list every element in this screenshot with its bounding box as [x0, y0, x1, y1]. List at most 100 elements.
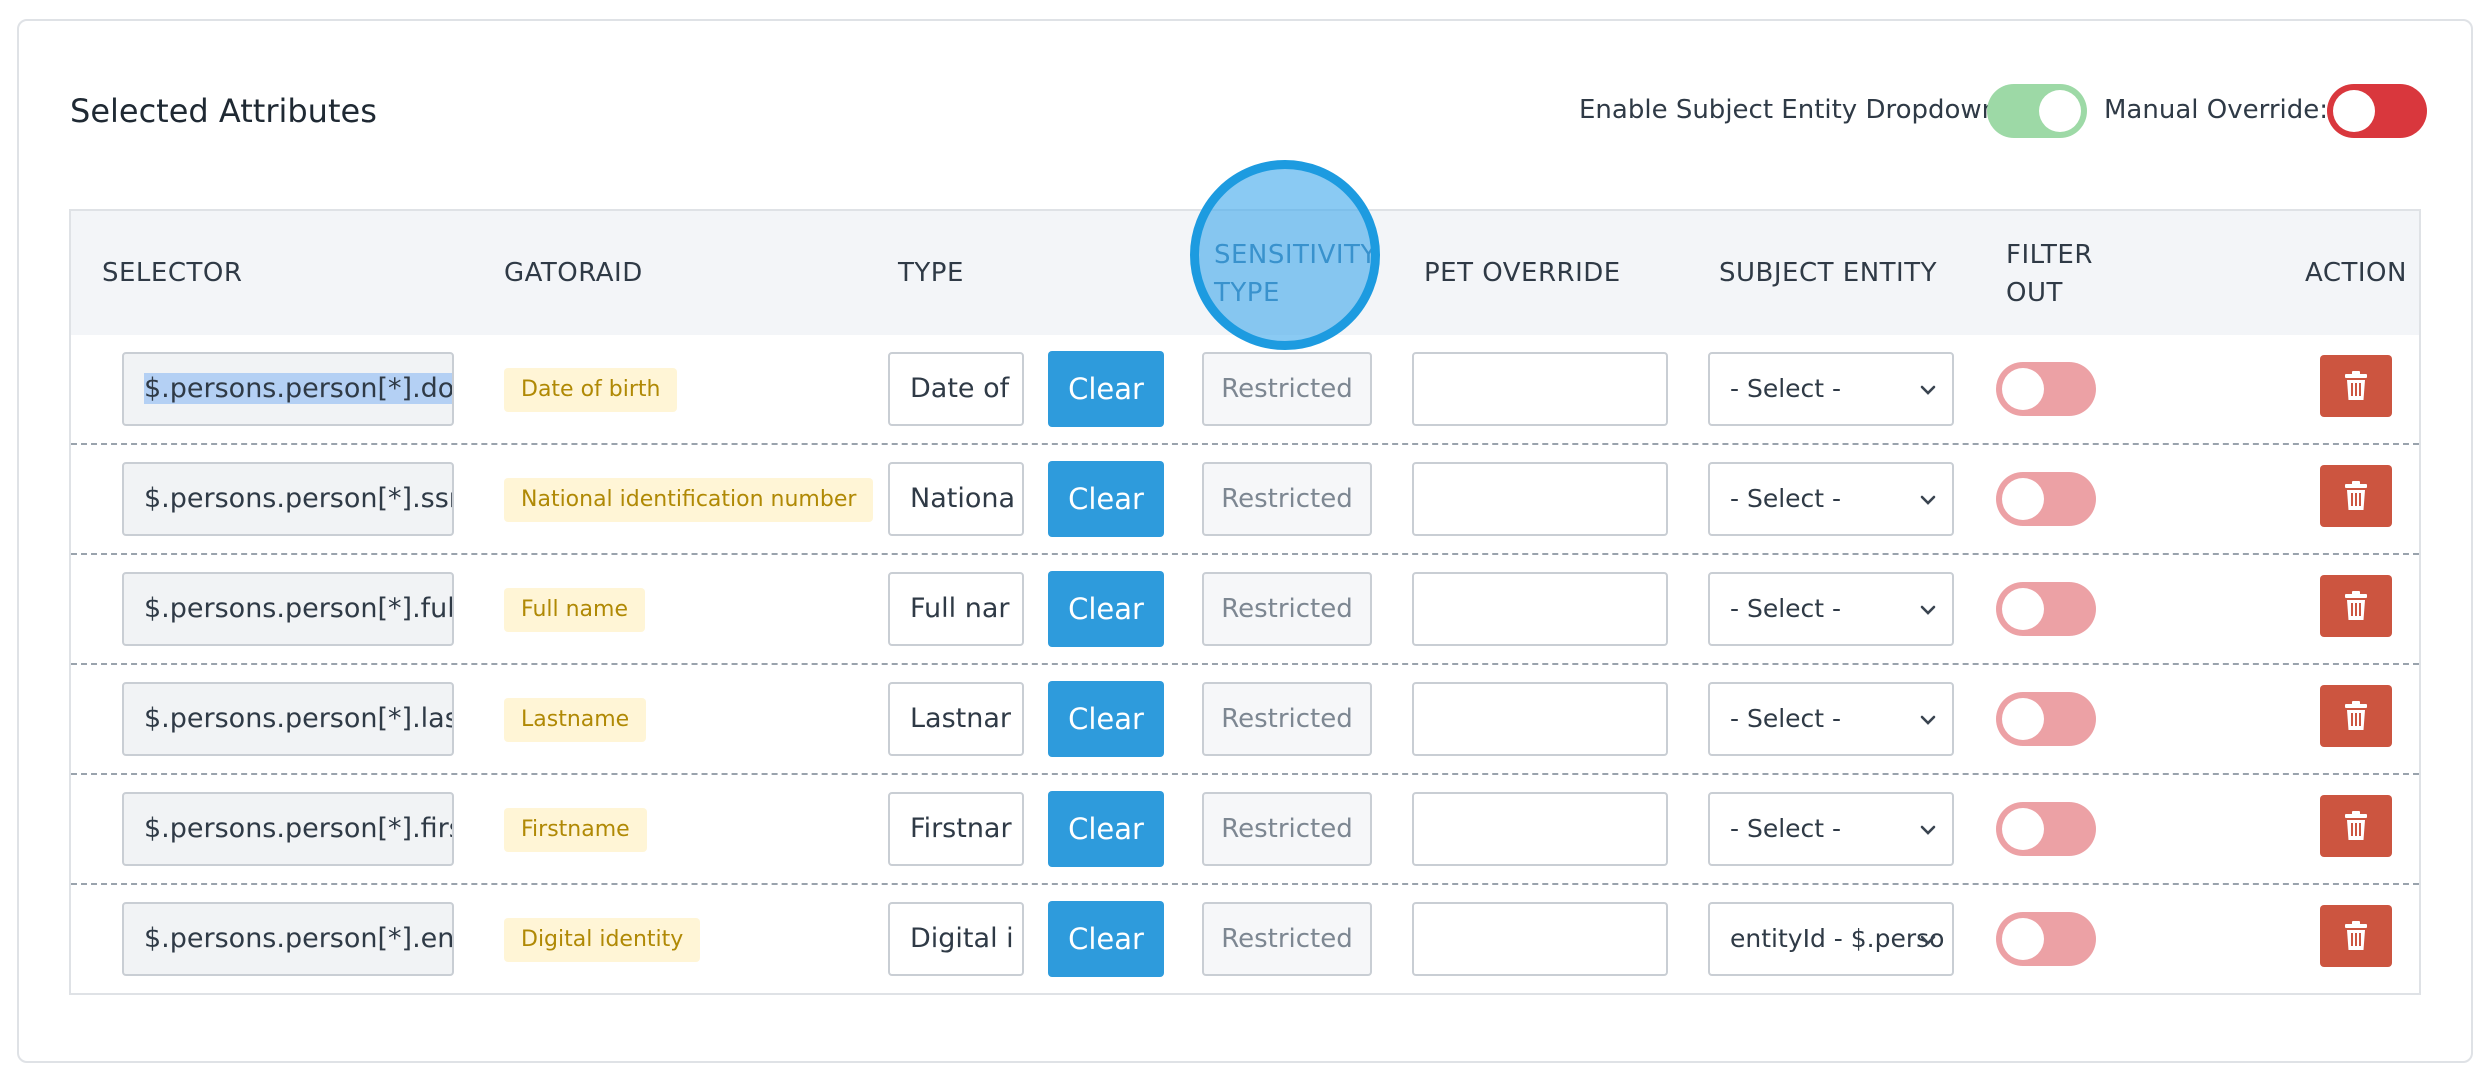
selector-input[interactable]: $.persons.person[*].ssn: [122, 462, 454, 536]
toggle-knob: [2002, 808, 2044, 850]
toggle-knob: [2333, 90, 2375, 132]
card-title: Selected Attributes: [70, 92, 377, 130]
table-row: $.persons.person[*].last Lastname Lastna…: [71, 665, 2419, 775]
subject-entity-select[interactable]: entityId - $.perso: [1708, 902, 1954, 976]
filter-out-toggle[interactable]: [1996, 692, 2096, 746]
selector-input[interactable]: $.persons.person[*].fullN: [122, 572, 454, 646]
sensitivity-type-input[interactable]: Restricted: [1202, 792, 1372, 866]
delete-button[interactable]: [2320, 465, 2392, 527]
column-pet-override: PET OVERRIDE: [1424, 258, 1621, 288]
type-input[interactable]: Date of: [888, 352, 1024, 426]
column-sensitivity-line1: SENSITIVITY: [1214, 240, 1377, 270]
selector-text: $.persons.person[*].dob: [144, 373, 452, 404]
delete-button[interactable]: [2320, 575, 2392, 637]
pet-override-input[interactable]: [1412, 792, 1668, 866]
delete-button[interactable]: [2320, 685, 2392, 747]
table-row: $.persons.person[*].ssn National identif…: [71, 445, 2419, 555]
type-input[interactable]: Nationa: [888, 462, 1024, 536]
gatoraid-badge: Date of birth: [504, 368, 678, 412]
filter-out-toggle[interactable]: [1996, 472, 2096, 526]
subject-entity-select[interactable]: - Select -: [1708, 352, 1954, 426]
filter-out-toggle[interactable]: [1996, 802, 2096, 856]
subject-entity-value: - Select -: [1730, 814, 1842, 843]
clear-button[interactable]: Clear: [1048, 901, 1164, 977]
subject-entity-value: - Select -: [1730, 704, 1842, 733]
chevron-down-icon: [1920, 825, 1936, 835]
gatoraid-badge: Lastname: [504, 698, 647, 742]
clear-button[interactable]: Clear: [1048, 461, 1164, 537]
filter-out-toggle[interactable]: [1996, 582, 2096, 636]
column-action: ACTION: [2305, 258, 2407, 288]
trash-icon: [2345, 701, 2367, 730]
column-type: TYPE: [898, 258, 964, 288]
column-filter-out: FILTER OUT: [2006, 236, 2093, 312]
subject-entity-value: entityId - $.perso: [1730, 924, 1945, 953]
selector-input[interactable]: $.persons.person[*].last: [122, 682, 454, 756]
enable-subject-entity-toggle[interactable]: [1987, 84, 2087, 138]
trash-icon: [2345, 591, 2367, 620]
table-row: $.persons.person[*].enti Digital identit…: [71, 885, 2419, 995]
selector-input[interactable]: $.persons.person[*].first: [122, 792, 454, 866]
table-row: $.persons.person[*].fullN Full name Full…: [71, 555, 2419, 665]
delete-button[interactable]: [2320, 905, 2392, 967]
toggle-knob: [2039, 90, 2081, 132]
enable-subject-entity-label: Enable Subject Entity Dropdown: [1579, 95, 1999, 125]
sensitivity-type-input[interactable]: Restricted: [1202, 682, 1372, 756]
subject-entity-value: - Select -: [1730, 374, 1842, 403]
type-input[interactable]: Firstnar: [888, 792, 1024, 866]
pet-override-input[interactable]: [1412, 352, 1668, 426]
toggle-knob: [2002, 918, 2044, 960]
chevron-down-icon: [1920, 715, 1936, 725]
column-filter-line2: OUT: [2006, 278, 2063, 308]
subject-entity-select[interactable]: - Select -: [1708, 462, 1954, 536]
clear-button[interactable]: Clear: [1048, 681, 1164, 757]
toggle-knob: [2002, 588, 2044, 630]
table-row: $.persons.person[*].first Firstname Firs…: [71, 775, 2419, 885]
gatoraid-badge: Digital identity: [504, 918, 701, 962]
subject-entity-select[interactable]: - Select -: [1708, 572, 1954, 646]
sensitivity-type-input[interactable]: Restricted: [1202, 352, 1372, 426]
column-selector: SELECTOR: [102, 258, 243, 288]
delete-button[interactable]: [2320, 795, 2392, 857]
chevron-down-icon: [1920, 605, 1936, 615]
pet-override-input[interactable]: [1412, 462, 1668, 536]
table-header: SELECTOR GATORAID TYPE SENSITIVITY TYPE …: [71, 211, 2419, 335]
pet-override-input[interactable]: [1412, 682, 1668, 756]
clear-button[interactable]: Clear: [1048, 791, 1164, 867]
selector-input[interactable]: $.persons.person[*].enti: [122, 902, 454, 976]
trash-icon: [2345, 371, 2367, 400]
clear-button[interactable]: Clear: [1048, 571, 1164, 647]
trash-icon: [2345, 481, 2367, 510]
attributes-table: SELECTOR GATORAID TYPE SENSITIVITY TYPE …: [69, 209, 2421, 995]
manual-override-toggle[interactable]: [2327, 84, 2427, 138]
filter-out-toggle[interactable]: [1996, 362, 2096, 416]
delete-button[interactable]: [2320, 355, 2392, 417]
sensitivity-type-input[interactable]: Restricted: [1202, 572, 1372, 646]
subject-entity-value: - Select -: [1730, 594, 1842, 623]
subject-entity-select[interactable]: - Select -: [1708, 682, 1954, 756]
selector-input[interactable]: $.persons.person[*].dob: [122, 352, 454, 426]
clear-button[interactable]: Clear: [1048, 351, 1164, 427]
pet-override-input[interactable]: [1412, 572, 1668, 646]
chevron-down-icon: [1920, 495, 1936, 505]
toggle-knob: [2002, 698, 2044, 740]
trash-icon: [2345, 921, 2367, 950]
sensitivity-type-input[interactable]: Restricted: [1202, 462, 1372, 536]
column-sensitivity-line2: TYPE: [1214, 278, 1280, 308]
gatoraid-badge: National identification number: [504, 478, 874, 522]
toggle-knob: [2002, 478, 2044, 520]
table-row: $.persons.person[*].dob Date of birth Da…: [71, 335, 2419, 445]
gatoraid-badge: Firstname: [504, 808, 647, 852]
type-input[interactable]: Full nar: [888, 572, 1024, 646]
column-gatoraid: GATORAID: [504, 258, 643, 288]
type-input[interactable]: Digital i: [888, 902, 1024, 976]
chevron-down-icon: [1920, 385, 1936, 395]
manual-override-label: Manual Override:: [2104, 95, 2328, 125]
pet-override-input[interactable]: [1412, 902, 1668, 976]
column-sensitivity-type[interactable]: SENSITIVITY TYPE: [1214, 236, 1377, 312]
type-input[interactable]: Lastnar: [888, 682, 1024, 756]
subject-entity-select[interactable]: - Select -: [1708, 792, 1954, 866]
chevron-down-icon: [1920, 935, 1936, 945]
sensitivity-type-input[interactable]: Restricted: [1202, 902, 1372, 976]
filter-out-toggle[interactable]: [1996, 912, 2096, 966]
